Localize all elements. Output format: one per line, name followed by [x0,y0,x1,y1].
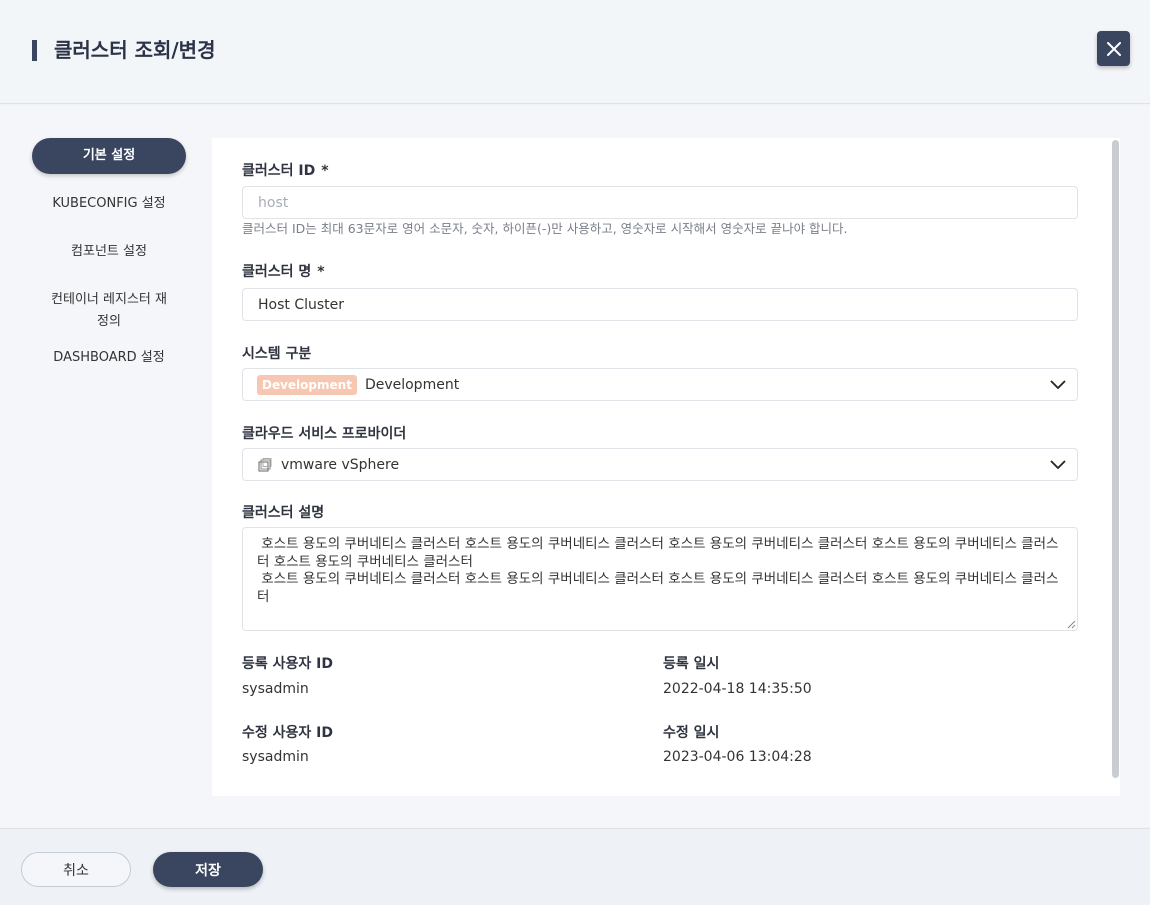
cloud-provider-select[interactable]: vmware vSphere [242,448,1078,481]
system-type-label: 시스템 구분 [242,346,312,362]
description-label: 클러스터 설명 [242,505,325,521]
cluster-name-label-text: 클러스터 명 [242,264,312,280]
cluster-id-hint: 클러스터 ID는 최대 63문자로 영어 소문자, 숫자, 하이픈(-)만 사용… [242,221,848,236]
system-type-select[interactable]: Development Development [242,368,1078,401]
resize-handle-icon[interactable] [1066,619,1076,629]
nav-item-kubeconfig[interactable]: KUBECONFIG 설정 [32,193,186,215]
nav-item-components[interactable]: 컴포넌트 설정 [32,241,186,263]
updated-at-value: 2023-04-06 13:04:28 [663,749,812,765]
cloud-provider-label: 클라우드 서비스 프로바이더 [242,426,407,442]
created-at-label: 등록 일시 [663,656,720,672]
settings-nav: 기본 설정 KUBECONFIG 설정 컴포넌트 설정 컨테이너 레지스터 재 … [32,138,186,369]
close-icon [1106,41,1121,56]
cluster-id-label-text: 클러스터 ID [242,163,316,179]
title-accent-bar [32,40,37,61]
required-mark: * [321,163,329,179]
chevron-down-icon [1050,380,1066,390]
cluster-id-input[interactable]: host [242,186,1078,219]
cluster-name-input[interactable]: Host Cluster [242,288,1078,321]
created-by-value: sysadmin [242,681,309,697]
system-type-value: Development [364,376,460,393]
vsphere-icon [258,457,272,471]
nav-item-dashboard[interactable]: DASHBOARD 설정 [32,347,186,369]
page-title: 클러스터 조회/변경 [54,38,216,62]
cancel-button[interactable]: 취소 [21,852,131,887]
required-mark: * [317,264,325,280]
panel-scrollbar[interactable] [1112,140,1119,778]
updated-by-label: 수정 사용자 ID [242,725,333,741]
updated-by-value: sysadmin [242,749,309,765]
description-textarea[interactable]: 호스트 용도의 쿠버네티스 클러스터 호스트 용도의 쿠버네티스 클러스터 호스… [242,527,1078,631]
save-button[interactable]: 저장 [153,852,263,887]
environment-badge: Development [257,374,357,395]
cloud-provider-value: vmware vSphere [281,456,400,473]
close-button[interactable] [1097,31,1130,66]
updated-at-label: 수정 일시 [663,725,720,741]
chevron-down-icon [1050,460,1066,470]
nav-item-basic-settings[interactable]: 기본 설정 [32,138,186,174]
created-by-label: 등록 사용자 ID [242,656,333,672]
created-at-value: 2022-04-18 14:35:50 [663,681,812,697]
cluster-name-label: 클러스터 명 * [242,263,325,281]
nav-item-container-registry[interactable]: 컨테이너 레지스터 재 정의 [32,289,186,333]
cluster-id-label: 클러스터 ID * [242,162,329,180]
